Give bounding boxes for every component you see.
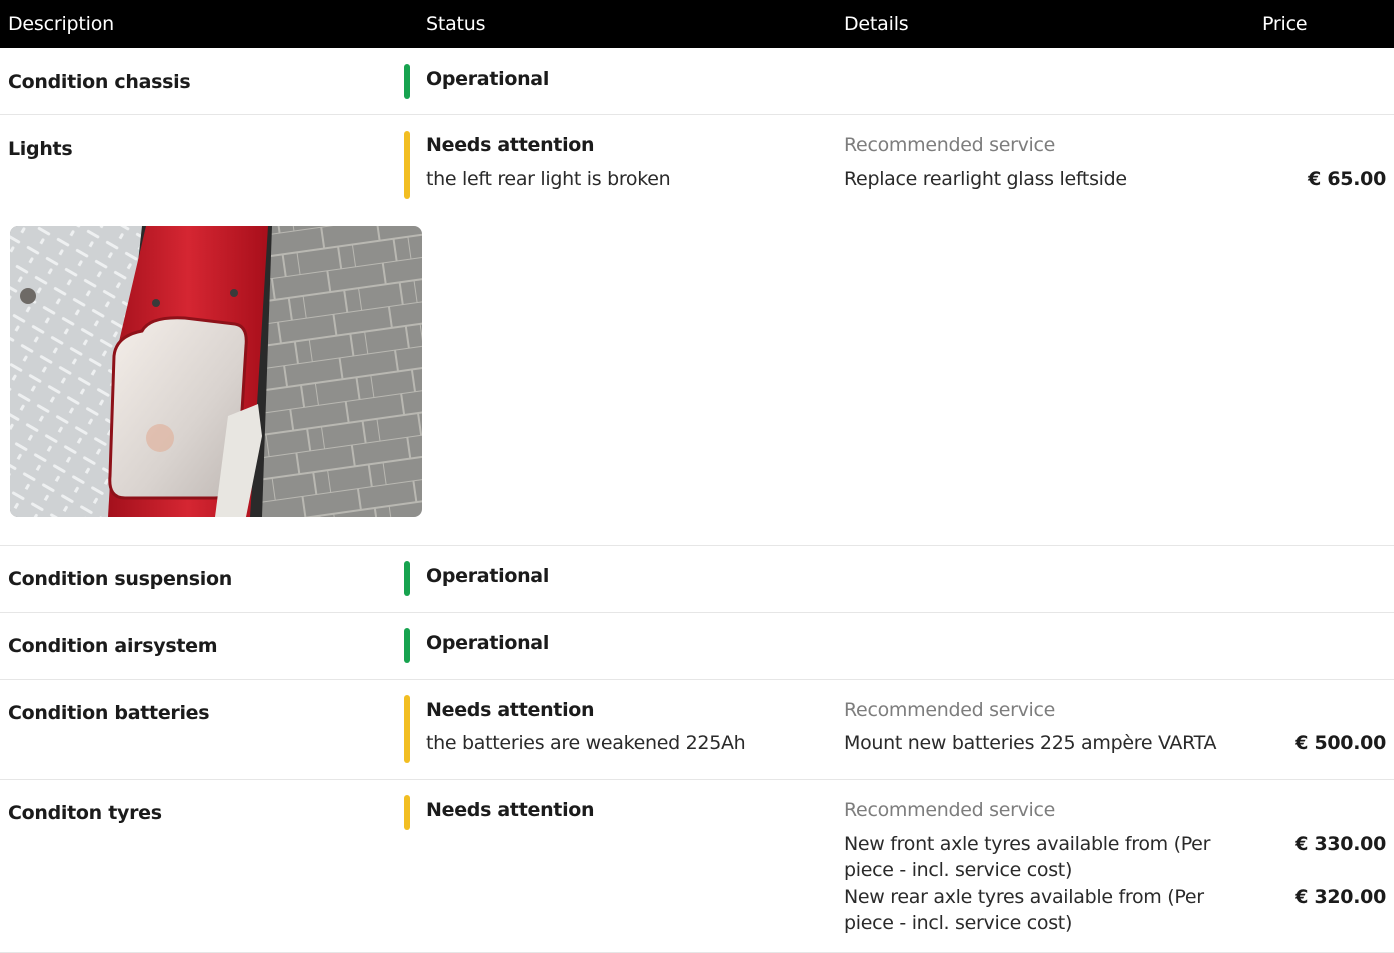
status-title: Operational xyxy=(426,632,550,654)
status-title: Needs attention xyxy=(426,134,595,156)
table-header: Description Status Details Price xyxy=(0,0,1394,48)
status-indicator-yellow xyxy=(404,695,410,763)
status-title: Needs attention xyxy=(426,799,595,821)
service-price: € 330.00 xyxy=(1295,833,1386,855)
column-header-description: Description xyxy=(8,13,115,35)
table-row: Condition chassis Operational xyxy=(0,48,1394,115)
status-title: Operational xyxy=(426,565,550,587)
rear-light-photo-illustration xyxy=(10,226,422,517)
status-indicator-green xyxy=(404,628,410,663)
row-description: Conditon tyres xyxy=(8,802,162,824)
recommended-service-label: Recommended service xyxy=(844,799,1056,821)
service-item: New rear axle tyres available from (Per … xyxy=(844,886,1204,934)
service-price: € 500.00 xyxy=(1295,732,1386,754)
recommended-service-label: Recommended service xyxy=(844,134,1056,156)
service-item: Mount new batteries 225 ampère VARTA xyxy=(844,732,1217,754)
column-header-price: Price xyxy=(1262,13,1308,35)
service-item: New front axle tyres available from (Per… xyxy=(844,833,1211,881)
service-price: € 320.00 xyxy=(1295,886,1386,908)
status-title: Operational xyxy=(426,68,550,90)
recommended-service-label: Recommended service xyxy=(844,699,1056,721)
row-description: Condition airsystem xyxy=(8,635,218,657)
service-item: Replace rearlight glass leftside xyxy=(844,168,1127,190)
status-indicator-yellow xyxy=(404,795,410,830)
status-title: Needs attention xyxy=(426,699,595,721)
service-price: € 65.00 xyxy=(1308,168,1386,190)
table-row: Condition suspension Operational xyxy=(0,546,1394,613)
damage-photo[interactable] xyxy=(10,226,422,517)
status-indicator-green xyxy=(404,64,410,99)
status-indicator-yellow xyxy=(404,131,410,199)
row-description: Condition suspension xyxy=(8,568,232,590)
row-description: Condition chassis xyxy=(8,71,191,93)
column-header-status: Status xyxy=(426,13,486,35)
row-description: Lights xyxy=(8,138,73,160)
table-row: Condition batteries Needs attention the … xyxy=(0,680,1394,780)
table-row: Condition airsystem Operational xyxy=(0,613,1394,680)
status-note: the batteries are weakened 225Ah xyxy=(426,732,746,754)
table-row: Conditon tyres Needs attention Recommend… xyxy=(0,780,1394,953)
status-indicator-green xyxy=(404,561,410,596)
column-header-details: Details xyxy=(844,13,909,35)
row-description: Condition batteries xyxy=(8,702,210,724)
status-note: the left rear light is broken xyxy=(426,168,671,190)
